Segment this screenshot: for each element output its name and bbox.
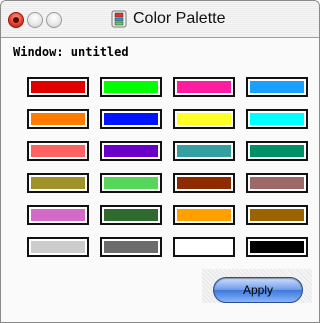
color-swatch[interactable]: [100, 77, 162, 97]
apply-button[interactable]: Apply: [213, 277, 303, 303]
color-swatch[interactable]: [246, 109, 308, 129]
color-swatch[interactable]: [246, 77, 308, 97]
color-palette-window: Color Palette Window: untitled Apply: [0, 0, 320, 323]
color-swatch[interactable]: [27, 205, 89, 225]
color-swatch[interactable]: [173, 77, 235, 97]
palette-app-icon: [111, 10, 127, 28]
minimize-icon[interactable]: [27, 12, 43, 28]
color-swatch[interactable]: [173, 205, 235, 225]
color-swatch[interactable]: [173, 141, 235, 161]
color-swatch[interactable]: [27, 141, 89, 161]
color-swatch[interactable]: [173, 109, 235, 129]
color-swatch[interactable]: [27, 109, 89, 129]
color-swatch[interactable]: [100, 141, 162, 161]
color-swatch[interactable]: [173, 173, 235, 193]
window-title: Color Palette: [133, 10, 226, 27]
window-label: Window: untitled: [13, 45, 129, 59]
title-bar[interactable]: Color Palette: [1, 1, 319, 38]
color-swatch[interactable]: [27, 77, 89, 97]
window-title-group: Color Palette: [111, 9, 226, 29]
color-swatch[interactable]: [100, 205, 162, 225]
color-swatch[interactable]: [27, 173, 89, 193]
color-swatch[interactable]: [100, 237, 162, 257]
zoom-icon[interactable]: [46, 12, 62, 28]
color-swatch[interactable]: [246, 173, 308, 193]
color-swatch[interactable]: [100, 109, 162, 129]
color-swatch[interactable]: [173, 237, 235, 257]
color-swatch[interactable]: [246, 141, 308, 161]
color-swatch[interactable]: [100, 173, 162, 193]
color-swatch-grid: [27, 77, 308, 258]
close-icon[interactable]: [8, 12, 24, 28]
color-swatch[interactable]: [246, 237, 308, 257]
color-swatch[interactable]: [27, 237, 89, 257]
color-swatch[interactable]: [246, 205, 308, 225]
